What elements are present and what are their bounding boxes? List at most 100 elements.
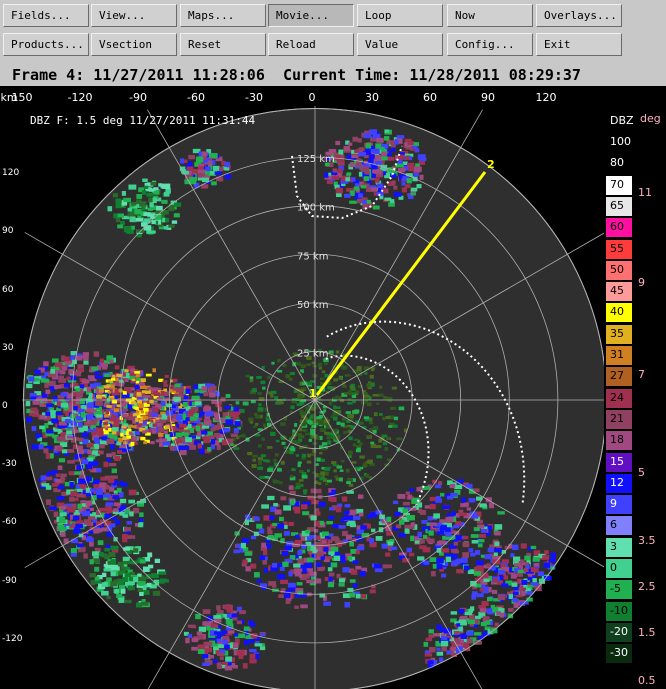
echo-cell — [332, 168, 338, 173]
echo-cell — [81, 459, 89, 465]
echo-cell — [337, 168, 342, 174]
echo-cell — [360, 525, 367, 530]
echo-cell — [370, 382, 375, 387]
y-axis-tick-label: -60 — [2, 517, 17, 527]
echo-cell — [103, 414, 110, 418]
fields-button[interactable]: Fields... — [3, 4, 89, 27]
echo-cell — [298, 479, 304, 482]
config-button[interactable]: Config... — [447, 33, 533, 56]
echo-cell — [78, 478, 85, 484]
exit-button[interactable]: Exit — [536, 33, 622, 56]
echo-cell — [120, 432, 124, 437]
echo-cell — [253, 425, 257, 428]
radar-plot-svg[interactable]: 25 km50 km75 km100 km125 km12 — [22, 106, 604, 689]
echo-cell — [449, 483, 456, 489]
echo-cell — [60, 505, 66, 510]
echo-cell — [315, 511, 321, 516]
echo-cell — [285, 599, 291, 604]
echo-cell — [324, 482, 329, 486]
vsection-button[interactable]: Vsection — [91, 33, 177, 56]
echo-cell — [339, 477, 343, 482]
now-button[interactable]: Now — [447, 4, 533, 27]
echo-cell — [436, 558, 444, 564]
echo-cell — [69, 496, 75, 502]
radar-ppi-display[interactable]: 25 km 50 km 75 km 100 km 125 km 1 2 DBZ F: 1.5… — [22, 106, 604, 689]
echo-cell — [404, 528, 410, 534]
echo-cell — [182, 432, 189, 436]
echo-cell — [331, 461, 337, 465]
echo-cell — [161, 579, 169, 583]
value-button[interactable]: Value — [357, 33, 443, 56]
echo-cell — [201, 177, 210, 183]
echo-cell — [277, 523, 285, 529]
echo-cell — [370, 528, 376, 533]
echo-cell — [280, 460, 285, 465]
echo-cell — [138, 576, 146, 582]
echo-cell — [463, 565, 470, 571]
echo-cell — [468, 548, 474, 553]
echo-cell — [111, 564, 118, 570]
echo-cell — [87, 396, 93, 400]
echo-cell — [401, 187, 407, 193]
legend-value-label: 50 — [610, 262, 624, 276]
echo-cell — [76, 520, 84, 524]
products-button[interactable]: Products... — [3, 33, 89, 56]
echo-cell — [527, 576, 532, 581]
echo-cell — [136, 503, 145, 507]
reset-button[interactable]: Reset — [180, 33, 266, 56]
x-axis-tick-label: -90 — [129, 91, 147, 104]
echo-cell — [211, 181, 217, 186]
echo-cell — [387, 396, 393, 400]
echo-cell — [185, 437, 193, 443]
echo-cell — [439, 626, 445, 633]
echo-cell — [225, 393, 231, 398]
echo-cell — [94, 580, 102, 584]
echo-cell — [57, 465, 63, 470]
echo-cell — [121, 190, 126, 196]
echo-cell — [122, 576, 128, 583]
overlays-button[interactable]: Overlays... — [536, 4, 622, 27]
echo-cell — [103, 568, 112, 572]
echo-cell — [31, 444, 39, 450]
echo-cell — [306, 363, 312, 366]
echo-cell — [497, 594, 506, 601]
echo-cell — [326, 479, 332, 483]
movie-button[interactable]: Movie... — [268, 4, 354, 27]
maps-button[interactable]: Maps... — [180, 4, 266, 27]
legend-deg-tick: 3.5 — [638, 534, 656, 547]
echo-cell — [375, 536, 383, 541]
echo-cell — [302, 429, 308, 432]
echo-cell — [347, 401, 353, 405]
echo-cell — [392, 424, 398, 428]
echo-cell — [362, 200, 367, 204]
echo-cell — [108, 462, 117, 467]
loop-button[interactable]: Loop — [357, 4, 443, 27]
echo-cell — [203, 392, 209, 397]
echo-cell — [212, 659, 218, 663]
echo-cell — [257, 466, 264, 470]
echo-cell — [224, 665, 233, 671]
echo-cell — [279, 481, 283, 485]
echo-cell — [68, 369, 74, 375]
echo-cell — [251, 464, 257, 468]
echo-cell — [134, 371, 140, 374]
echo-cell — [461, 643, 470, 648]
legend-swatch: -30 — [606, 644, 632, 664]
echo-cell — [398, 406, 405, 411]
range-ring-label: 25 km — [297, 348, 328, 359]
echo-cell — [44, 378, 50, 383]
view-button[interactable]: View... — [91, 4, 177, 27]
echo-cell — [344, 504, 351, 508]
echo-cell — [320, 471, 325, 476]
echo-cell — [289, 451, 294, 455]
echo-cell — [463, 535, 469, 540]
legend-entry: 6 — [604, 516, 666, 536]
echo-cell — [373, 412, 378, 417]
echo-cell — [454, 559, 461, 565]
echo-cell — [101, 590, 109, 596]
echo-cell — [327, 567, 333, 572]
echo-cell — [365, 473, 369, 478]
reload-button[interactable]: Reload — [268, 33, 354, 56]
echo-cell — [104, 419, 109, 423]
echo-cell — [34, 369, 41, 375]
